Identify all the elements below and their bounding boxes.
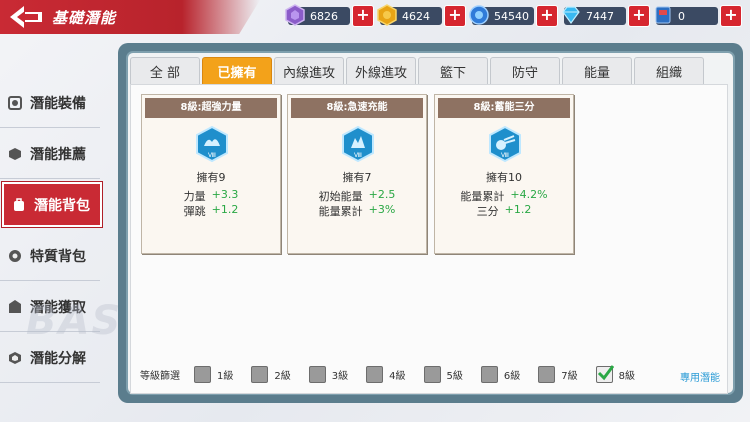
sidebar-item-recommend[interactable]: 潛能推薦 — [0, 131, 108, 179]
resource-value: 54540 — [494, 9, 529, 23]
add-diamond-button[interactable]: + — [628, 5, 650, 27]
add-purple-gem-button[interactable]: + — [352, 5, 374, 27]
level-checkbox-6[interactable]: 6級 — [480, 366, 520, 383]
potential-card[interactable]: 8級:超強力量 Ⅷ 擁有9 力量 +3.3 彈跳 +1.2 — [141, 94, 281, 254]
sidebar-item-bag[interactable]: 潛能背包 — [2, 182, 102, 227]
add-blue-orb-button[interactable]: + — [536, 5, 558, 27]
recommend-icon — [9, 147, 21, 160]
trait-icon — [9, 249, 21, 262]
blue-orb-icon — [469, 5, 489, 25]
resource-blue-orb: 54540 + — [469, 5, 558, 27]
page-title: 基礎潛能 — [52, 9, 117, 27]
potential-card[interactable]: 8級:急速充能 Ⅷ 擁有7 初始能量 +2.5 能量累計 +3% — [287, 94, 427, 254]
resource-gold-coin: 4624 + — [377, 4, 466, 27]
resource-value: 4624 — [402, 9, 430, 23]
level-filter: 等級篩選 1級 2級 3級 4級 5級 6級 7級 8級 — [140, 365, 653, 383]
checkmark-icon — [597, 365, 614, 381]
level-checkbox-7[interactable]: 7級 — [538, 366, 578, 383]
bag-icon — [14, 197, 24, 211]
tab-defense[interactable]: 防守 — [490, 57, 560, 84]
potential-card[interactable]: 8級:蓄能三分 Ⅷ 擁有10 能量累計 +4.2% 三分 +1.2 — [434, 94, 574, 254]
ticket-book-icon — [655, 6, 671, 24]
sidebar-item-equip[interactable]: 潛能裝備 — [0, 80, 108, 128]
gold-coin-icon — [377, 4, 397, 26]
resource-value: 6826 — [310, 9, 338, 23]
card-title: 8級:蓄能三分 — [438, 98, 570, 118]
sidebar-item-label: 潛能裝備 — [30, 95, 86, 112]
level-checkbox-8[interactable]: 8級 — [595, 365, 635, 383]
level-filter-label: 等級篩選 — [140, 371, 180, 382]
resource-value: 0 — [678, 9, 685, 23]
level-checkbox-1[interactable]: 1級 — [194, 366, 233, 383]
back-button[interactable] — [8, 4, 46, 30]
exclusive-potential-link[interactable]: 專用潛能 — [680, 369, 720, 384]
card-stat: 初始能量 +2.5 — [318, 188, 396, 203]
acquire-icon — [9, 299, 21, 313]
tab-energy[interactable]: 能量 — [562, 57, 632, 84]
card-badge: Ⅷ — [354, 152, 362, 159]
sidebar-item-trait[interactable]: 特質背包 — [0, 233, 108, 281]
tab-owned[interactable]: 已擁有 — [202, 57, 272, 84]
sidebar-item-label: 潛能分解 — [30, 350, 86, 367]
card-stat: 力量 +3.3 — [183, 188, 239, 203]
diamond-icon — [562, 6, 580, 25]
tab-inside-attack[interactable]: 內線進攻 — [274, 57, 344, 84]
card-stat: 彈跳 +1.2 — [183, 203, 239, 218]
back-arrow-icon — [10, 6, 42, 28]
add-ticket-book-button[interactable]: + — [720, 5, 742, 27]
charge-icon: Ⅷ — [342, 126, 374, 162]
resource-value: 7447 — [586, 9, 614, 23]
three-point-icon: Ⅷ — [489, 126, 521, 162]
tab-outside-attack[interactable]: 外線進攻 — [346, 57, 416, 84]
card-owned-count: 擁有9 — [196, 171, 226, 184]
filter-tabs: 全 部 已擁有 內線進攻 外線進攻 籃下 防守 能量 組織 — [130, 57, 706, 84]
sidebar-item-label: 潛能推薦 — [30, 146, 86, 163]
resource-purple-gem: 6826 + — [285, 4, 374, 27]
card-badge: Ⅷ — [501, 152, 509, 159]
card-title: 8級:急速充能 — [291, 98, 423, 118]
purple-gem-icon — [285, 4, 305, 26]
tab-under-basket[interactable]: 籃下 — [418, 57, 488, 84]
level-checkbox-3[interactable]: 3級 — [308, 366, 348, 383]
card-stat: 能量累計 +3% — [318, 203, 396, 218]
add-gold-coin-button[interactable]: + — [444, 5, 466, 27]
card-owned-count: 擁有10 — [486, 171, 522, 184]
resource-bar: 6826 + 4624 + 54540 + 7447 + 0 + — [285, 4, 742, 27]
decompose-icon — [9, 351, 21, 364]
level-checkbox-2[interactable]: 2級 — [251, 366, 291, 383]
sidebar-item-label: 潛能背包 — [34, 197, 90, 214]
card-stat: 三分 +1.2 — [476, 203, 532, 218]
card-stat: 能量累計 +4.2% — [460, 188, 548, 203]
level-checkbox-4[interactable]: 4級 — [366, 366, 406, 383]
equip-icon — [8, 95, 22, 110]
card-badge: Ⅷ — [208, 152, 216, 159]
resource-ticket-book: 0 + — [655, 5, 742, 27]
card-owned-count: 擁有7 — [342, 171, 372, 184]
top-bar: 基礎潛能 6826 + 4624 + 54540 + 7447 + 0 + — [0, 0, 750, 34]
card-title: 8級:超強力量 — [145, 98, 277, 118]
tab-playmaking[interactable]: 組織 — [634, 57, 704, 84]
resource-diamond: 7447 + — [562, 5, 650, 27]
sidebar-item-label: 特質背包 — [30, 248, 86, 265]
power-icon: Ⅷ — [196, 126, 228, 162]
level-checkbox-5[interactable]: 5級 — [423, 366, 463, 383]
tab-all[interactable]: 全 部 — [130, 57, 200, 84]
